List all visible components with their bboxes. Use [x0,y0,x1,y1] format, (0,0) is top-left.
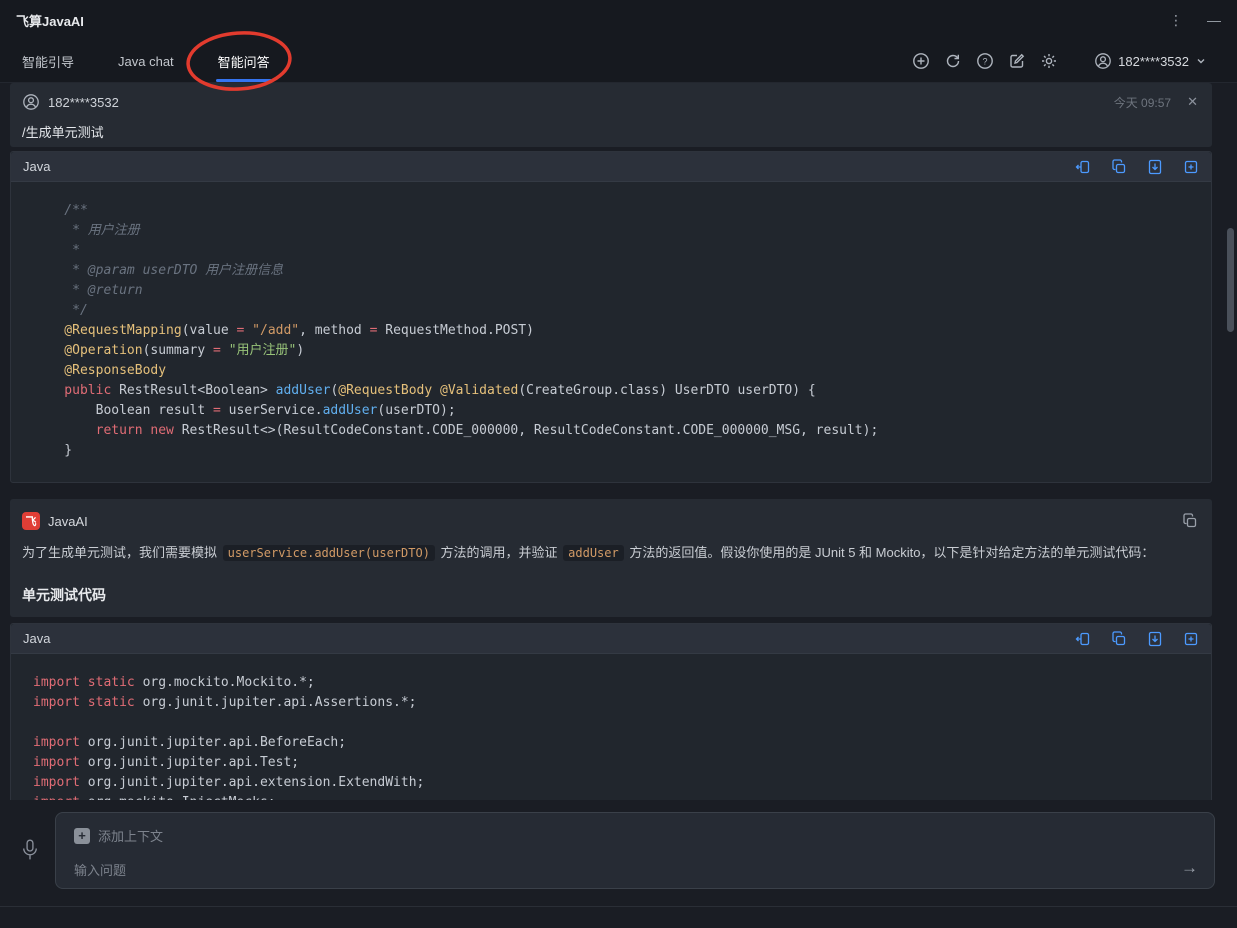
tabbar: 智能引导 Java chat 智能问答 ? 182****3532 [0,40,1237,83]
user-message: 182****3532 今天 09:57 ✕ /生成单元测试 [10,83,1212,147]
new-file-plus-icon[interactable] [1183,159,1199,175]
composer: + 添加上下文 输入问题 → [0,800,1237,906]
code-actions [1075,630,1199,647]
active-tab-underline [215,79,272,82]
code-block-unit-test: Java import static org.mockito.Mockito.*… [10,623,1212,800]
question-input[interactable]: + 添加上下文 输入问题 → [55,812,1215,889]
code-actions [1075,158,1199,175]
app-window: 飞算JavaAI ⋮ — 智能引导 Java chat 智能问答 ? 182**… [0,0,1237,928]
tab-label: 智能引导 [22,54,75,70]
add-context-label: 添加上下文 [98,829,164,844]
input-placeholder: 输入问题 [74,863,127,878]
javaai-logo-icon: 飞 [22,512,40,530]
ai-message-header: 飞 JavaAI [22,511,1198,531]
copy-code-icon[interactable] [1111,630,1127,647]
user-avatar-icon [23,94,39,110]
user-message-name: 182****3532 [48,94,119,110]
account-menu[interactable]: 182****3532 [1094,52,1207,70]
code-content[interactable]: /** * 用户注册 * * @param userDTO 用户注册信息 * @… [11,182,1211,482]
insert-code-icon[interactable] [1075,159,1091,175]
add-context-plus-icon[interactable]: + [74,827,90,844]
copy-message-icon[interactable] [1182,513,1198,529]
code-language-label: Java [23,159,51,174]
toolbar-actions: ? 182****3532 [912,40,1237,82]
help-icon[interactable]: ? [976,52,994,70]
svg-text:?: ? [983,56,988,66]
titlebar: 飞算JavaAI ⋮ — [0,0,1237,40]
close-message-icon[interactable]: ✕ [1187,94,1198,110]
send-arrow-icon[interactable]: → [1181,858,1198,878]
vertical-scrollbar-thumb[interactable] [1227,228,1234,332]
message-timestamp: 今天 09:57 [1113,95,1172,110]
code-content[interactable]: import static org.mockito.Mockito.*; impo… [11,654,1211,800]
code-block-source: Java /** * 用户注册 * * @param userDTO 用户注册信… [10,151,1212,483]
chat-area: 182****3532 今天 09:57 ✕ /生成单元测试 Java /** … [0,83,1237,800]
microphone-icon[interactable] [20,836,40,866]
ai-message-paragraph: 为了生成单元测试，我们需要模拟 userService.addUser(user… [22,545,1155,561]
tab-java-chat[interactable]: Java chat [118,40,174,82]
ai-message-name: JavaAI [48,513,88,529]
code-language-label: Java [23,631,51,646]
code-block-header: Java [11,152,1211,182]
app-title: 飞算JavaAI [16,13,84,29]
account-name: 182****3532 [1118,53,1189,69]
window-controls: ⋮ — [1169,12,1221,29]
tab-smart-qa[interactable]: 智能问答 [215,40,272,82]
tab-label: 智能问答 [217,54,270,70]
user-avatar-icon [1094,52,1112,70]
code-block-header: Java [11,624,1211,654]
ai-message: 飞 JavaAI 为了生成单元测试，我们需要模拟 userService.add… [10,499,1212,617]
add-context-row[interactable]: + 添加上下文 [74,826,1196,845]
new-file-plus-icon[interactable] [1183,631,1199,647]
export-file-icon[interactable] [1147,159,1163,175]
settings-gear-icon[interactable] [1040,52,1058,70]
export-file-icon[interactable] [1147,631,1163,647]
copy-code-icon[interactable] [1111,158,1127,175]
tab-label: Java chat [118,53,174,69]
tab-smart-guide[interactable]: 智能引导 [22,40,74,82]
chevron-down-icon [1197,59,1205,64]
tabs: 智能引导 Java chat 智能问答 [0,40,272,82]
insert-code-icon[interactable] [1075,631,1091,647]
ai-section-title: 单元测试代码 [22,587,106,603]
new-chat-plus-icon[interactable] [912,52,930,70]
user-message-header: 182****3532 今天 09:57 ✕ [22,92,1198,112]
history-icon[interactable] [944,52,962,70]
edit-compose-icon[interactable] [1008,52,1026,70]
more-menu-icon[interactable]: ⋮ [1169,12,1183,29]
minimize-icon[interactable]: — [1207,12,1221,28]
user-message-text: /生成单元测试 [22,125,104,140]
bottom-strip [0,906,1237,928]
